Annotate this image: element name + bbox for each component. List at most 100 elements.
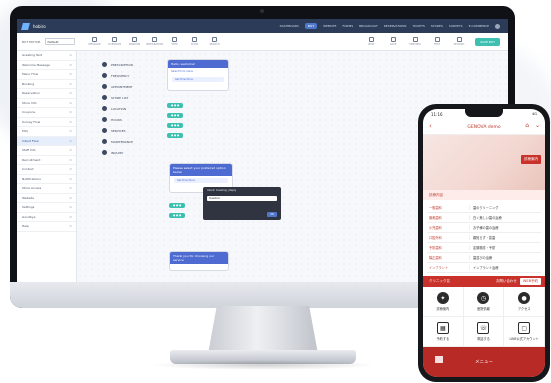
tool-test[interactable]: TEST (431, 37, 443, 46)
web-booking-button[interactable]: WEB予約 (519, 278, 541, 285)
tool-save[interactable]: SAVE (387, 37, 399, 46)
flow-node[interactable]: STORE LIST (102, 92, 133, 103)
sidebar-item[interactable]: Menu Flow ⚙ (17, 70, 76, 80)
home-icon[interactable]: ⌂ (525, 122, 529, 129)
table-row[interactable]: インプラント インプラント治療 (427, 263, 541, 273)
sidebar-item[interactable]: Staff Info ⚙ (17, 146, 76, 156)
sidebar-item-selected[interactable]: Intent Flow ⚙ (17, 136, 76, 146)
sidebar-item[interactable]: Store Access ⚙ (17, 184, 76, 194)
tag-chip[interactable]: ● ● ● (167, 133, 184, 138)
tool-search[interactable]: SEARCH (209, 37, 221, 46)
tool-integration[interactable]: INTEGRATION (146, 37, 163, 46)
quick-menu-item[interactable]: ✦ 診療案内 (423, 287, 464, 317)
nav-forms[interactable]: FORMS (342, 24, 353, 28)
gear-icon[interactable]: ⚙ (69, 215, 72, 219)
sidebar-item[interactable]: Survey Flow ⚙ (17, 118, 76, 127)
sidebar-item[interactable]: Coupons ⚙ (17, 108, 76, 118)
nav-stores[interactable]: STORES (431, 24, 443, 28)
tool-random[interactable]: RANDOM (129, 37, 141, 46)
flow-node[interactable]: SERVICES (102, 125, 133, 136)
gear-icon[interactable]: ⚙ (69, 110, 72, 114)
tag-chip[interactable]: ● ● ● (169, 203, 186, 208)
quick-menu-item[interactable]: ▢ LINE公式アカウント (504, 317, 545, 347)
quick-menu-item[interactable]: ◷ 医院情報 (463, 287, 505, 317)
gear-icon[interactable]: ⚙ (69, 53, 72, 57)
sidebar-item[interactable]: Contact ⚙ (17, 165, 76, 175)
tool-message[interactable]: MESSAGE (88, 37, 101, 46)
flow-node[interactable]: FREQUENCY (102, 70, 133, 81)
gear-icon[interactable]: ⚙ (69, 101, 72, 105)
gear-icon[interactable]: ⚙ (69, 120, 72, 124)
gear-icon[interactable]: ⚙ (69, 129, 72, 133)
sidebar-item[interactable]: Store Info ⚙ (17, 99, 76, 108)
sidebar-item[interactable]: Settings ⚙ (17, 203, 76, 213)
nav-ecommerce[interactable]: E-COMMERCE (469, 24, 489, 28)
table-row[interactable]: 矯正歯科 歯並びの治療 (427, 253, 541, 263)
quick-menu-item[interactable]: ● アクセス (504, 287, 545, 317)
flow-select[interactable]: Default (44, 38, 75, 45)
quick-menu-item[interactable]: ▦ 予約する (423, 317, 464, 347)
table-row[interactable]: 予防歯科 定期検診・予防 (427, 243, 541, 253)
table-row[interactable]: 一般歯科 歯のクリーニング (427, 203, 541, 213)
nav-surveys[interactable]: SURVEYS (449, 24, 463, 28)
nav-dashboard[interactable]: DASHBOARD (280, 24, 299, 28)
gear-icon[interactable]: ⚙ (69, 139, 72, 143)
quick-menu-item[interactable]: ☏ 電話する (463, 317, 505, 347)
sidebar-item[interactable]: Notifications ⚙ (17, 175, 76, 184)
sidebar-item[interactable]: Greeting Text ⚙ (17, 51, 76, 61)
card-button[interactable]: Get Directions (174, 178, 228, 183)
nav-bot[interactable]: BOT (304, 23, 318, 29)
sidebar-item[interactable]: Reservation ⚙ (17, 89, 76, 99)
gear-icon[interactable]: ⚙ (69, 72, 72, 76)
tag-chip[interactable]: ● ● ● (167, 113, 184, 118)
tag-chip[interactable]: ● ● ● (167, 103, 184, 108)
user-avatar[interactable] (495, 23, 500, 29)
gear-icon[interactable]: ⚙ (69, 148, 72, 152)
nav-broadcast[interactable]: BROADCAST (359, 24, 378, 28)
flow-node[interactable]: APPOINTMENT (102, 81, 133, 92)
nav-website[interactable]: WEBSITE (323, 24, 336, 28)
tag-chip[interactable]: ● ● ● (169, 213, 186, 218)
message-card[interactable]: Thank you for choosing our service (169, 251, 229, 271)
gear-icon[interactable]: ⚙ (69, 158, 72, 162)
sidebar-item[interactable]: Goodbye ⚙ (17, 213, 76, 222)
gear-icon[interactable]: ⚙ (69, 224, 72, 228)
banner-badge[interactable]: 診療案内 (521, 155, 541, 164)
sidebar-item[interactable]: Help ⚙ (17, 222, 76, 232)
tool-flow[interactable]: FLOW (189, 37, 201, 46)
tool-step[interactable]: STEP (169, 37, 181, 46)
gear-icon[interactable]: ⚙ (69, 196, 72, 200)
sidebar-item[interactable]: Recruitment ⚙ (17, 156, 76, 165)
flow-node[interactable]: PRESCRIPTION (102, 59, 133, 70)
tool-view[interactable]: VIEW (365, 37, 377, 46)
sidebar-item[interactable]: Booking ⚙ (17, 80, 76, 89)
table-row[interactable]: 口腔外科 親知らず・抜歯 (427, 233, 541, 243)
chevron-down-icon[interactable]: ⌄ (535, 122, 540, 129)
gear-icon[interactable]: ⚙ (69, 205, 72, 209)
gear-icon[interactable]: ⚙ (69, 91, 72, 95)
contact-link[interactable]: お問い合わせ (496, 279, 517, 284)
flow-node[interactable]: LOCATION (102, 103, 133, 114)
gear-icon[interactable]: ⚙ (69, 177, 72, 181)
sidebar-item[interactable]: Website ⚙ (17, 194, 76, 203)
table-row[interactable]: 小児歯科 お子様の歯の治療 (427, 223, 541, 233)
card-button[interactable]: Get Directions (172, 77, 224, 82)
flow-node[interactable]: HOURS (102, 114, 133, 125)
save-bot-button[interactable]: SAVE BOT (475, 37, 500, 46)
flow-node[interactable]: INQUIRY (102, 147, 133, 158)
sidebar-item[interactable]: Welcome Message ⚙ (17, 61, 76, 70)
tool-history[interactable]: HISTORY (453, 37, 465, 46)
popup-select[interactable]: Question (207, 196, 277, 201)
popup-ok-button[interactable]: OK (267, 212, 277, 217)
nav-reservations[interactable]: RESERVATIONS (384, 24, 407, 28)
nav-tickets[interactable]: TICKETS (412, 24, 424, 28)
tool-question[interactable]: QUESTION (108, 37, 121, 46)
gear-icon[interactable]: ⚙ (69, 167, 72, 171)
sidebar-item[interactable]: FAQ ⚙ (17, 127, 76, 137)
gear-icon[interactable]: ⚙ (69, 63, 72, 67)
tag-chip[interactable]: ● ● ● (167, 123, 184, 128)
message-card[interactable]: Hello, welcome! Select from menu Get Dir… (167, 59, 229, 91)
gear-icon[interactable]: ⚙ (69, 82, 72, 86)
mail-icon[interactable] (435, 356, 443, 363)
tool-preview[interactable]: PREVIEW (409, 37, 421, 46)
